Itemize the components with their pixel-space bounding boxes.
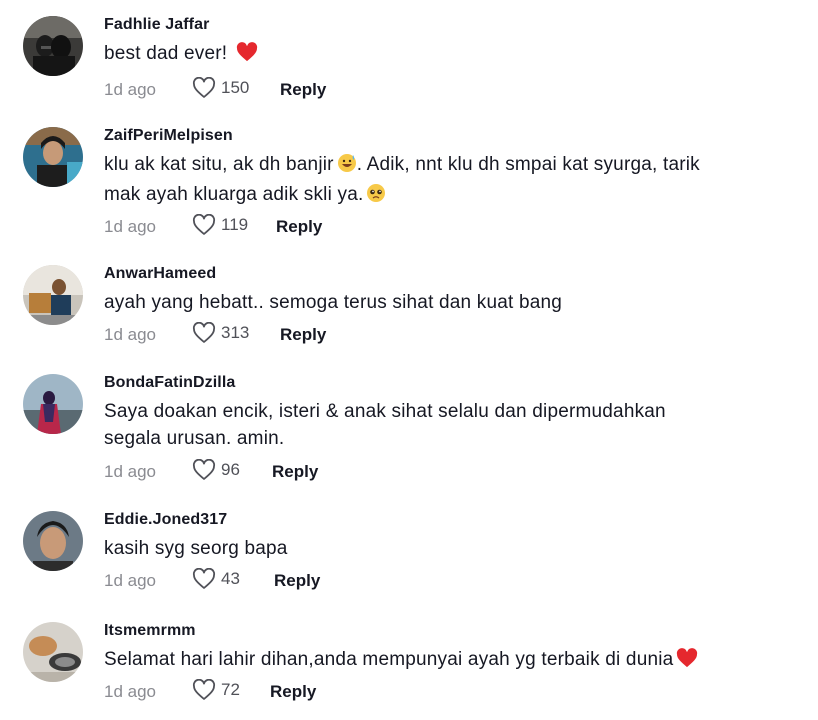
avatar[interactable] bbox=[23, 265, 83, 325]
reply-button[interactable]: Reply bbox=[272, 462, 318, 482]
comment-meta: 1d ago 43 Reply bbox=[104, 568, 504, 592]
like-count: 96 bbox=[221, 460, 240, 479]
comment-meta: 1d ago 119 Reply bbox=[104, 214, 504, 238]
comment-username[interactable]: AnwarHameed bbox=[104, 265, 216, 283]
pleading-face-emoji bbox=[366, 183, 386, 211]
avatar[interactable] bbox=[23, 511, 83, 571]
like-button[interactable]: 96 bbox=[192, 459, 240, 481]
comment-text: best dad ever! bbox=[104, 40, 794, 70]
heart-outline-icon bbox=[192, 568, 216, 589]
reply-button[interactable]: Reply bbox=[274, 571, 320, 591]
like-count: 119 bbox=[221, 215, 249, 234]
heart-outline-icon bbox=[192, 322, 216, 343]
heart-outline-icon bbox=[192, 77, 216, 98]
comment-text: kasih syg seorg bapa bbox=[104, 538, 288, 559]
avatar[interactable] bbox=[23, 374, 83, 434]
comment-time: 1d ago bbox=[104, 682, 156, 701]
comment-meta: 1d ago 150 Reply bbox=[104, 77, 504, 101]
like-count: 313 bbox=[221, 323, 250, 342]
heart-outline-icon bbox=[192, 214, 216, 235]
avatar[interactable] bbox=[23, 127, 83, 187]
comment-meta: 1d ago 72 Reply bbox=[104, 679, 504, 703]
like-count: 150 bbox=[221, 78, 250, 97]
comment-time: 1d ago bbox=[104, 217, 156, 236]
reply-button[interactable]: Reply bbox=[276, 217, 322, 237]
heart-outline-icon bbox=[192, 459, 216, 480]
like-button[interactable]: 43 bbox=[192, 568, 240, 590]
grinning-sweat-emoji bbox=[337, 153, 357, 181]
red-heart-emoji bbox=[236, 42, 258, 70]
comment-meta: 1d ago 96 Reply bbox=[104, 459, 504, 483]
like-count: 72 bbox=[221, 680, 240, 699]
avatar[interactable] bbox=[23, 16, 83, 76]
reply-button[interactable]: Reply bbox=[280, 80, 326, 100]
comment-time: 1d ago bbox=[104, 571, 156, 590]
like-button[interactable]: 72 bbox=[192, 679, 240, 701]
comment-time: 1d ago bbox=[104, 80, 156, 99]
comment-username[interactable]: ZaifPeriMelpisen bbox=[104, 127, 233, 145]
comment-text: klu ak kat situ, ak dh banjir. Adik, nnt… bbox=[104, 151, 794, 211]
comment-username[interactable]: Itsmemrmm bbox=[104, 622, 196, 640]
comment-time: 1d ago bbox=[104, 325, 156, 344]
comment-username[interactable]: Fadhlie Jaffar bbox=[104, 16, 209, 34]
like-button[interactable]: 313 bbox=[192, 322, 249, 344]
comment-text: Saya doakan encik, isteri & anak sihat s… bbox=[104, 401, 666, 449]
comment-text: ayah yang hebatt.. semoga terus sihat da… bbox=[104, 292, 563, 313]
like-count: 43 bbox=[221, 569, 240, 588]
like-button[interactable]: 119 bbox=[192, 214, 248, 236]
red-heart-emoji bbox=[676, 648, 698, 676]
comment-text: Selamat hari lahir dihan,anda mempunyai … bbox=[104, 646, 794, 676]
heart-outline-icon bbox=[192, 679, 216, 700]
reply-button[interactable]: Reply bbox=[280, 325, 326, 345]
comment-username[interactable]: BondaFatinDzilla bbox=[104, 374, 235, 392]
reply-button[interactable]: Reply bbox=[270, 682, 316, 702]
comment-meta: 1d ago 313 Reply bbox=[104, 322, 504, 346]
comment-username[interactable]: Eddie.Joned317 bbox=[104, 511, 227, 529]
comment-time: 1d ago bbox=[104, 462, 156, 481]
like-button[interactable]: 150 bbox=[192, 77, 249, 99]
avatar[interactable] bbox=[23, 622, 83, 682]
